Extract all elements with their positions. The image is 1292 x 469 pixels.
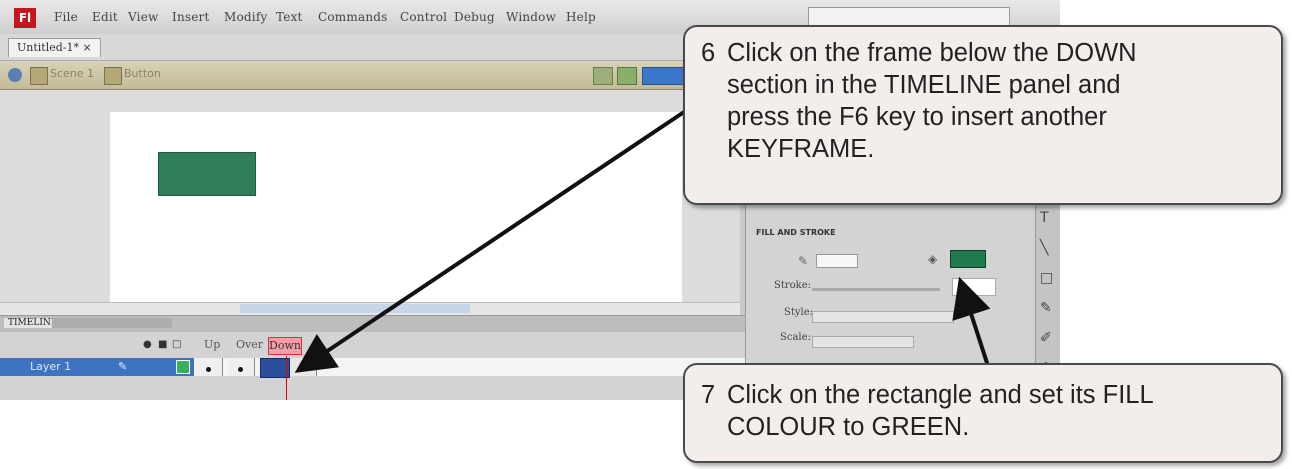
stroke-color-control[interactable]: ✎	[798, 254, 858, 268]
callout-line: COLOUR to GREEN.	[727, 413, 970, 441]
help-search-input[interactable]	[808, 7, 1010, 26]
stage[interactable]	[110, 112, 682, 302]
outline-icon[interactable]: □	[172, 339, 181, 350]
style-select[interactable]	[812, 311, 954, 323]
layer-name-cell[interactable]: Layer 1 ✎	[0, 358, 194, 376]
breadcrumb-button-symbol[interactable]: Button	[124, 67, 161, 80]
scale-select[interactable]	[812, 336, 914, 348]
frame-hit[interactable]	[290, 358, 317, 376]
frame-up[interactable]	[196, 358, 223, 376]
edit-scene-icon[interactable]	[593, 67, 613, 85]
scrollbar-thumb[interactable]	[240, 304, 470, 313]
fill-color-swatch[interactable]	[950, 250, 986, 268]
layer-outline-swatch[interactable]	[176, 360, 190, 374]
menu-file[interactable]: File	[54, 10, 78, 24]
frame-over[interactable]	[228, 358, 255, 376]
layer-row[interactable]: Layer 1 ✎	[0, 358, 745, 378]
section-fill-and-stroke[interactable]: FILL AND STROKE	[756, 228, 836, 237]
menu-edit[interactable]: Edit	[92, 10, 118, 24]
edit-symbols-icon[interactable]	[617, 67, 637, 85]
timeline-tab-bar: TIMELINE	[0, 316, 745, 332]
step-number: 6	[701, 39, 716, 67]
stage-horizontal-scrollbar[interactable]	[0, 302, 740, 315]
back-arrow-icon[interactable]	[8, 68, 22, 82]
callout-line: Click on the frame below the DOWN	[727, 39, 1137, 67]
callout-line: press the F6 key to insert another	[727, 103, 1107, 131]
brush-tool-icon[interactable]: ✐	[1040, 330, 1052, 346]
callout-step-7: 7 Click on the rectangle and set its FILL…	[683, 363, 1283, 463]
stroke-slider[interactable]	[812, 288, 940, 291]
stroke-pencil-icon: ✎	[798, 254, 809, 268]
state-label-down: Down	[268, 337, 302, 355]
lock-icon[interactable]: ■	[158, 339, 167, 350]
menu-text[interactable]: Text	[276, 10, 303, 24]
keyframe-dot	[206, 367, 211, 372]
callout-line: Click on the rectangle and set its FILL	[727, 381, 1154, 409]
app-logo: Fl	[14, 8, 36, 28]
menu-insert[interactable]: Insert	[172, 10, 210, 24]
style-label: Style:	[784, 307, 814, 318]
rectangle-tool-icon[interactable]: □	[1040, 270, 1053, 286]
menu-modify[interactable]: Modify	[224, 10, 267, 24]
pencil-icon: ✎	[118, 360, 128, 373]
scene-icon	[30, 67, 48, 85]
zoom-field[interactable]	[642, 67, 684, 85]
breadcrumb-scene[interactable]: Scene 1	[50, 67, 94, 80]
menu-control[interactable]: Control	[400, 10, 447, 24]
text-tool-icon[interactable]: T	[1040, 210, 1049, 226]
layer-name[interactable]: Layer 1	[30, 360, 71, 373]
menu-debug[interactable]: Debug	[454, 10, 495, 24]
playhead[interactable]	[286, 356, 287, 400]
menu-window[interactable]: Window	[506, 10, 556, 24]
callout-line: section in the TIMELINE panel and	[727, 71, 1121, 99]
stroke-color-swatch[interactable]	[816, 254, 858, 268]
paint-bucket-icon: ◈	[928, 252, 938, 266]
scale-label: Scale:	[780, 332, 811, 343]
tab-motion-editor[interactable]	[52, 318, 172, 328]
document-tab[interactable]: Untitled-1* ×	[8, 38, 101, 57]
green-rectangle[interactable]	[158, 152, 256, 196]
menu-help[interactable]: Help	[566, 10, 596, 24]
stage-pasteboard	[0, 90, 740, 302]
timeline-header: ● ■ □ Up Over Down	[0, 333, 745, 355]
button-symbol-icon	[104, 67, 122, 85]
callout-step-6: 6 Click on the frame below the DOWN secti…	[683, 25, 1283, 205]
line-tool-icon[interactable]: ╲	[1040, 240, 1048, 256]
menu-view[interactable]: View	[128, 10, 158, 24]
pencil-tool-icon[interactable]: ✎	[1040, 300, 1052, 316]
state-label-up: Up	[204, 338, 221, 351]
step-number: 7	[701, 381, 716, 409]
stroke-value-field[interactable]	[952, 278, 996, 296]
keyframe-dot	[238, 367, 243, 372]
stroke-label: Stroke:	[774, 280, 812, 291]
timeline-panel: TIMELINE ● ■ □ Up Over Down Layer 1 ✎	[0, 315, 745, 400]
menu-commands[interactable]: Commands	[318, 10, 388, 24]
eye-icon[interactable]: ●	[143, 339, 152, 350]
state-label-over: Over	[236, 338, 264, 351]
callout-line: KEYFRAME.	[727, 135, 875, 163]
